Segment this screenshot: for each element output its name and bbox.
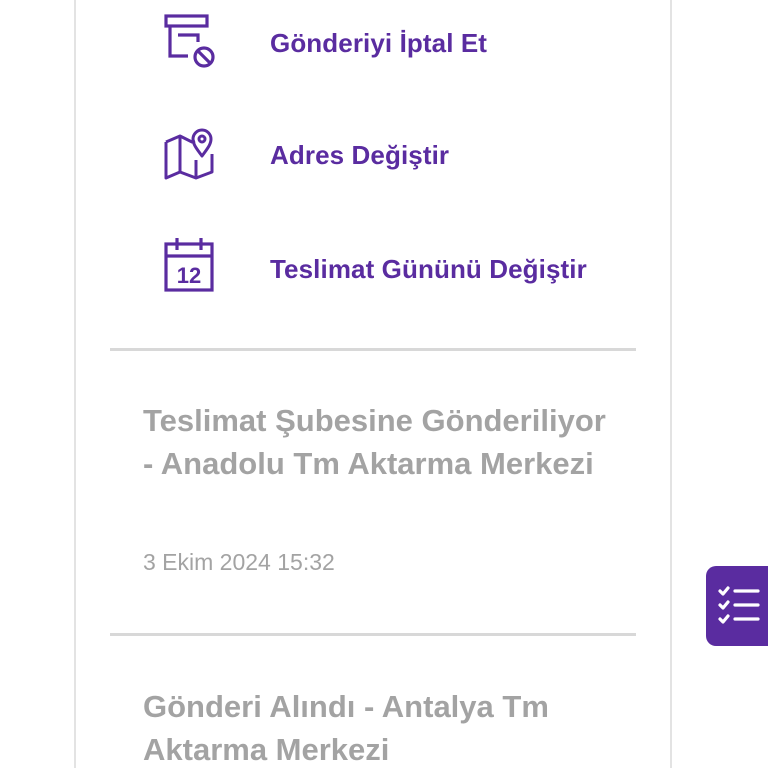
shipment-card: Gönderiyi İptal Et Adres Değiştir 12 Tes…: [74, 0, 672, 768]
checklist-button[interactable]: [706, 566, 768, 646]
timeline-item-title: Teslimat Şubesine Gönderiliyor - Anadolu…: [143, 403, 606, 481]
change-address-label: Adres Değiştir: [270, 140, 450, 170]
page: Gönderiyi İptal Et Adres Değiştir 12 Tes…: [0, 0, 768, 768]
timeline-item-title: Gönderi Alındı - Antalya Tm Aktarma Merk…: [143, 689, 549, 767]
cancel-shipment-icon: [162, 8, 216, 68]
timeline-item-date: 3 Ekim 2024 15:32: [143, 549, 335, 575]
cancel-shipment-label: Gönderiyi İptal Et: [270, 28, 488, 58]
map-pin-icon: [162, 126, 216, 186]
calendar-icon: 12: [162, 236, 216, 296]
calendar-number: 12: [177, 263, 201, 288]
cancel-shipment-button[interactable]: Gönderiyi İptal Et: [76, 8, 670, 88]
change-delivery-day-button[interactable]: 12 Teslimat Gününü Değiştir: [76, 232, 670, 312]
change-address-button[interactable]: Adres Değiştir: [76, 120, 670, 200]
divider: [110, 633, 636, 636]
divider: [110, 348, 636, 351]
change-delivery-day-label: Teslimat Gününü Değiştir: [270, 254, 587, 284]
